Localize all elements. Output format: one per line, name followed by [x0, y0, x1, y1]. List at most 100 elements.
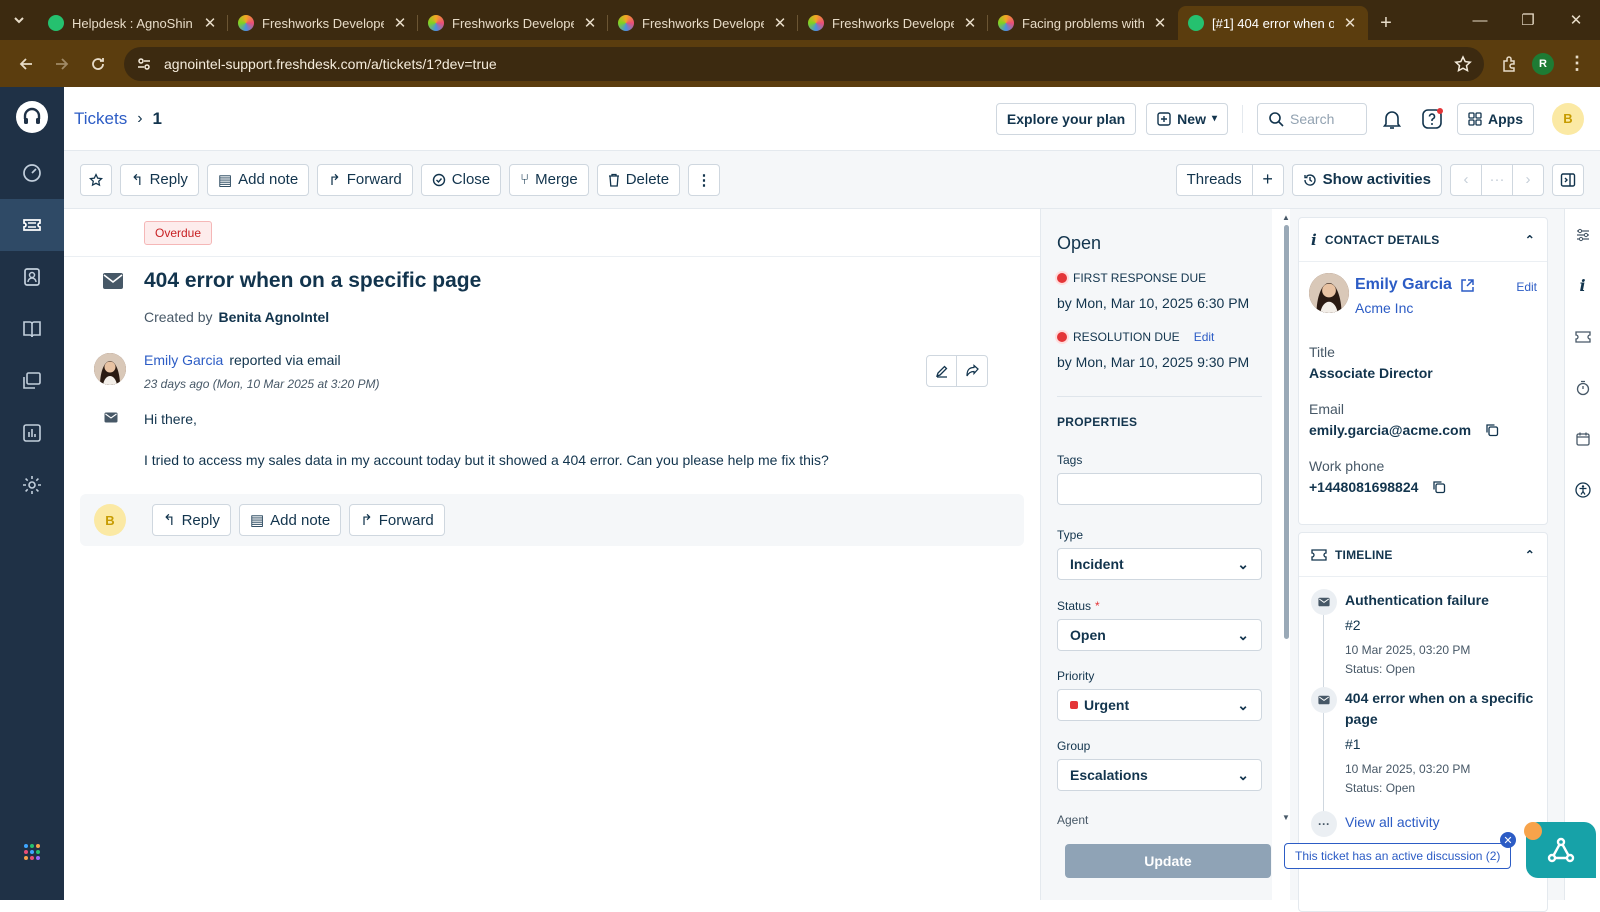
help-icon[interactable]	[1417, 103, 1447, 135]
forward-message-icon[interactable]	[957, 356, 987, 386]
next-ticket-button[interactable]: ›	[1512, 163, 1544, 196]
properties-scrollbar[interactable]: ▲ ▼	[1282, 213, 1290, 823]
tickets-icon[interactable]	[0, 199, 64, 251]
user-avatar[interactable]: B	[1552, 102, 1584, 135]
previous-ticket-button[interactable]: ‹	[1450, 163, 1482, 196]
admin-settings-icon[interactable]	[0, 459, 64, 511]
close-tab-icon[interactable]: ✕	[1342, 14, 1358, 32]
tab-title: Freshworks Developers	[452, 15, 574, 31]
timeline-header[interactable]: TIMELINE ⌃	[1299, 533, 1547, 577]
address-bar[interactable]: agnointel-support.freshdesk.com/a/ticket…	[124, 46, 1484, 81]
browser-tab[interactable]: Freshworks Developers ✕	[798, 6, 988, 40]
browser-tab-active[interactable]: [#1] 404 error when on ✕	[1178, 6, 1368, 40]
close-tab-icon[interactable]: ✕	[1152, 14, 1168, 32]
group-select[interactable]: Escalations ⌄	[1057, 759, 1262, 791]
close-tab-icon[interactable]: ✕	[582, 14, 598, 32]
delete-button[interactable]: Delete	[596, 163, 681, 196]
tags-input[interactable]	[1057, 473, 1262, 505]
bookmark-star-icon[interactable]	[1454, 54, 1472, 73]
tab-search-icon[interactable]	[0, 0, 38, 40]
status-select[interactable]: Open ⌄	[1057, 619, 1262, 651]
browser-tab[interactable]: Freshworks Developers ✕	[608, 6, 798, 40]
restore-icon[interactable]: ❐	[1504, 11, 1552, 29]
notifications-bell-icon[interactable]	[1377, 103, 1407, 135]
dashboard-icon[interactable]	[0, 147, 64, 199]
browser-menu-icon[interactable]: ⋮	[1568, 53, 1586, 74]
ticket-pager-more-button[interactable]: ···	[1481, 163, 1513, 196]
new-tab-icon[interactable]: +	[1368, 6, 1404, 40]
browser-profile-avatar[interactable]: R	[1532, 52, 1554, 75]
browser-tab[interactable]: Freshworks Developers ✕	[418, 6, 608, 40]
app-switcher-icon[interactable]	[0, 826, 64, 878]
active-discussion-banner[interactable]: This ticket has an active discussion (2)	[1284, 843, 1512, 869]
apps-button[interactable]: Apps	[1457, 102, 1534, 135]
forward-button[interactable]: ↱ Forward	[317, 163, 413, 196]
timeline-item-title[interactable]: 404 error when on a specific page	[1345, 688, 1541, 730]
contact-name[interactable]: Emily Garcia	[1355, 276, 1475, 294]
breadcrumb-tickets-link[interactable]: Tickets	[74, 109, 127, 129]
contact-company-link[interactable]: Acme Inc	[1355, 300, 1413, 316]
reply-button[interactable]: ↰ Reply	[120, 163, 199, 196]
scroll-down-icon[interactable]: ▼	[1282, 813, 1290, 822]
external-link-icon[interactable]	[1460, 278, 1475, 293]
browser-tab[interactable]: Freshworks Developers ✕	[228, 6, 418, 40]
explore-plan-button[interactable]: Explore your plan	[995, 102, 1137, 135]
chevron-up-icon[interactable]: ⌃	[1525, 233, 1535, 247]
star-button[interactable]	[80, 163, 112, 196]
edit-pencil-icon[interactable]	[927, 356, 957, 386]
add-note-button[interactable]: ▤ Add note	[206, 163, 310, 196]
type-select[interactable]: Incident ⌄	[1057, 548, 1262, 580]
extensions-icon[interactable]	[1500, 55, 1518, 73]
forums-icon[interactable]	[0, 355, 64, 407]
browser-tab[interactable]: Facing problems with w ✕	[988, 6, 1178, 40]
scrollbar-thumb[interactable]	[1284, 225, 1289, 639]
more-actions-button[interactable]: ⋮	[688, 163, 721, 196]
reply-bar-reply-button[interactable]: ↰ Reply	[152, 504, 231, 536]
forward-icon[interactable]	[44, 46, 80, 82]
freshdesk-logo-icon[interactable]	[16, 101, 48, 133]
toggle-sidebar-button[interactable]	[1552, 163, 1584, 196]
threads-button[interactable]: Threads	[1175, 163, 1253, 196]
browser-tab[interactable]: Helpdesk : AgnoShin Te ✕	[38, 6, 228, 40]
close-tab-icon[interactable]: ✕	[772, 14, 788, 32]
requester-avatar[interactable]	[94, 353, 126, 385]
copy-icon[interactable]	[1485, 423, 1499, 437]
new-dropdown-button[interactable]: New ▾	[1146, 102, 1228, 135]
priority-select[interactable]: Urgent ⌄	[1057, 689, 1262, 721]
close-tab-icon[interactable]: ✕	[962, 14, 978, 32]
timeline-item-title[interactable]: Authentication failure	[1345, 590, 1541, 611]
show-activities-button[interactable]: Show activities	[1291, 163, 1442, 196]
reply-bar-add-note-button[interactable]: ▤ Add note	[238, 504, 342, 536]
resolution-edit-link[interactable]: Edit	[1194, 330, 1215, 344]
accessibility-icon[interactable]	[1574, 464, 1591, 515]
knowledge-base-icon[interactable]	[0, 303, 64, 355]
ticket-icon[interactable]	[1574, 311, 1592, 362]
close-tab-icon[interactable]: ✕	[202, 14, 218, 32]
contact-details-header[interactable]: i CONTACT DETAILS ⌃	[1299, 218, 1547, 262]
calendar-icon[interactable]	[1575, 413, 1591, 464]
close-window-icon[interactable]: ✕	[1552, 11, 1600, 29]
info-icon[interactable]: i	[1579, 260, 1585, 311]
update-button[interactable]: Update	[1065, 844, 1271, 878]
back-icon[interactable]	[8, 46, 44, 82]
view-all-activity-link[interactable]: View all activity	[1345, 814, 1440, 830]
close-banner-icon[interactable]: ✕	[1500, 832, 1516, 848]
minimize-icon[interactable]: —	[1456, 12, 1504, 29]
contact-edit-link[interactable]: Edit	[1516, 280, 1537, 294]
add-thread-button[interactable]: +	[1251, 163, 1284, 196]
reports-icon[interactable]	[0, 407, 64, 459]
filter-sliders-icon[interactable]	[1575, 209, 1591, 260]
reply-bar-forward-button[interactable]: ↱ Forward	[349, 504, 445, 536]
close-ticket-button[interactable]: Close	[420, 163, 502, 196]
merge-button[interactable]: ⑂ Merge	[509, 163, 589, 196]
contacts-icon[interactable]	[0, 251, 64, 303]
scroll-up-icon[interactable]: ▲	[1282, 213, 1290, 222]
reload-icon[interactable]	[80, 46, 116, 82]
close-tab-icon[interactable]: ✕	[392, 14, 408, 32]
chevron-up-icon[interactable]: ⌃	[1525, 548, 1535, 562]
copy-icon[interactable]	[1432, 480, 1446, 494]
requester-name-link[interactable]: Emily Garcia	[144, 352, 223, 368]
site-info-icon[interactable]	[136, 56, 152, 72]
global-search-input[interactable]: Search	[1257, 102, 1367, 135]
timer-icon[interactable]	[1575, 362, 1591, 413]
